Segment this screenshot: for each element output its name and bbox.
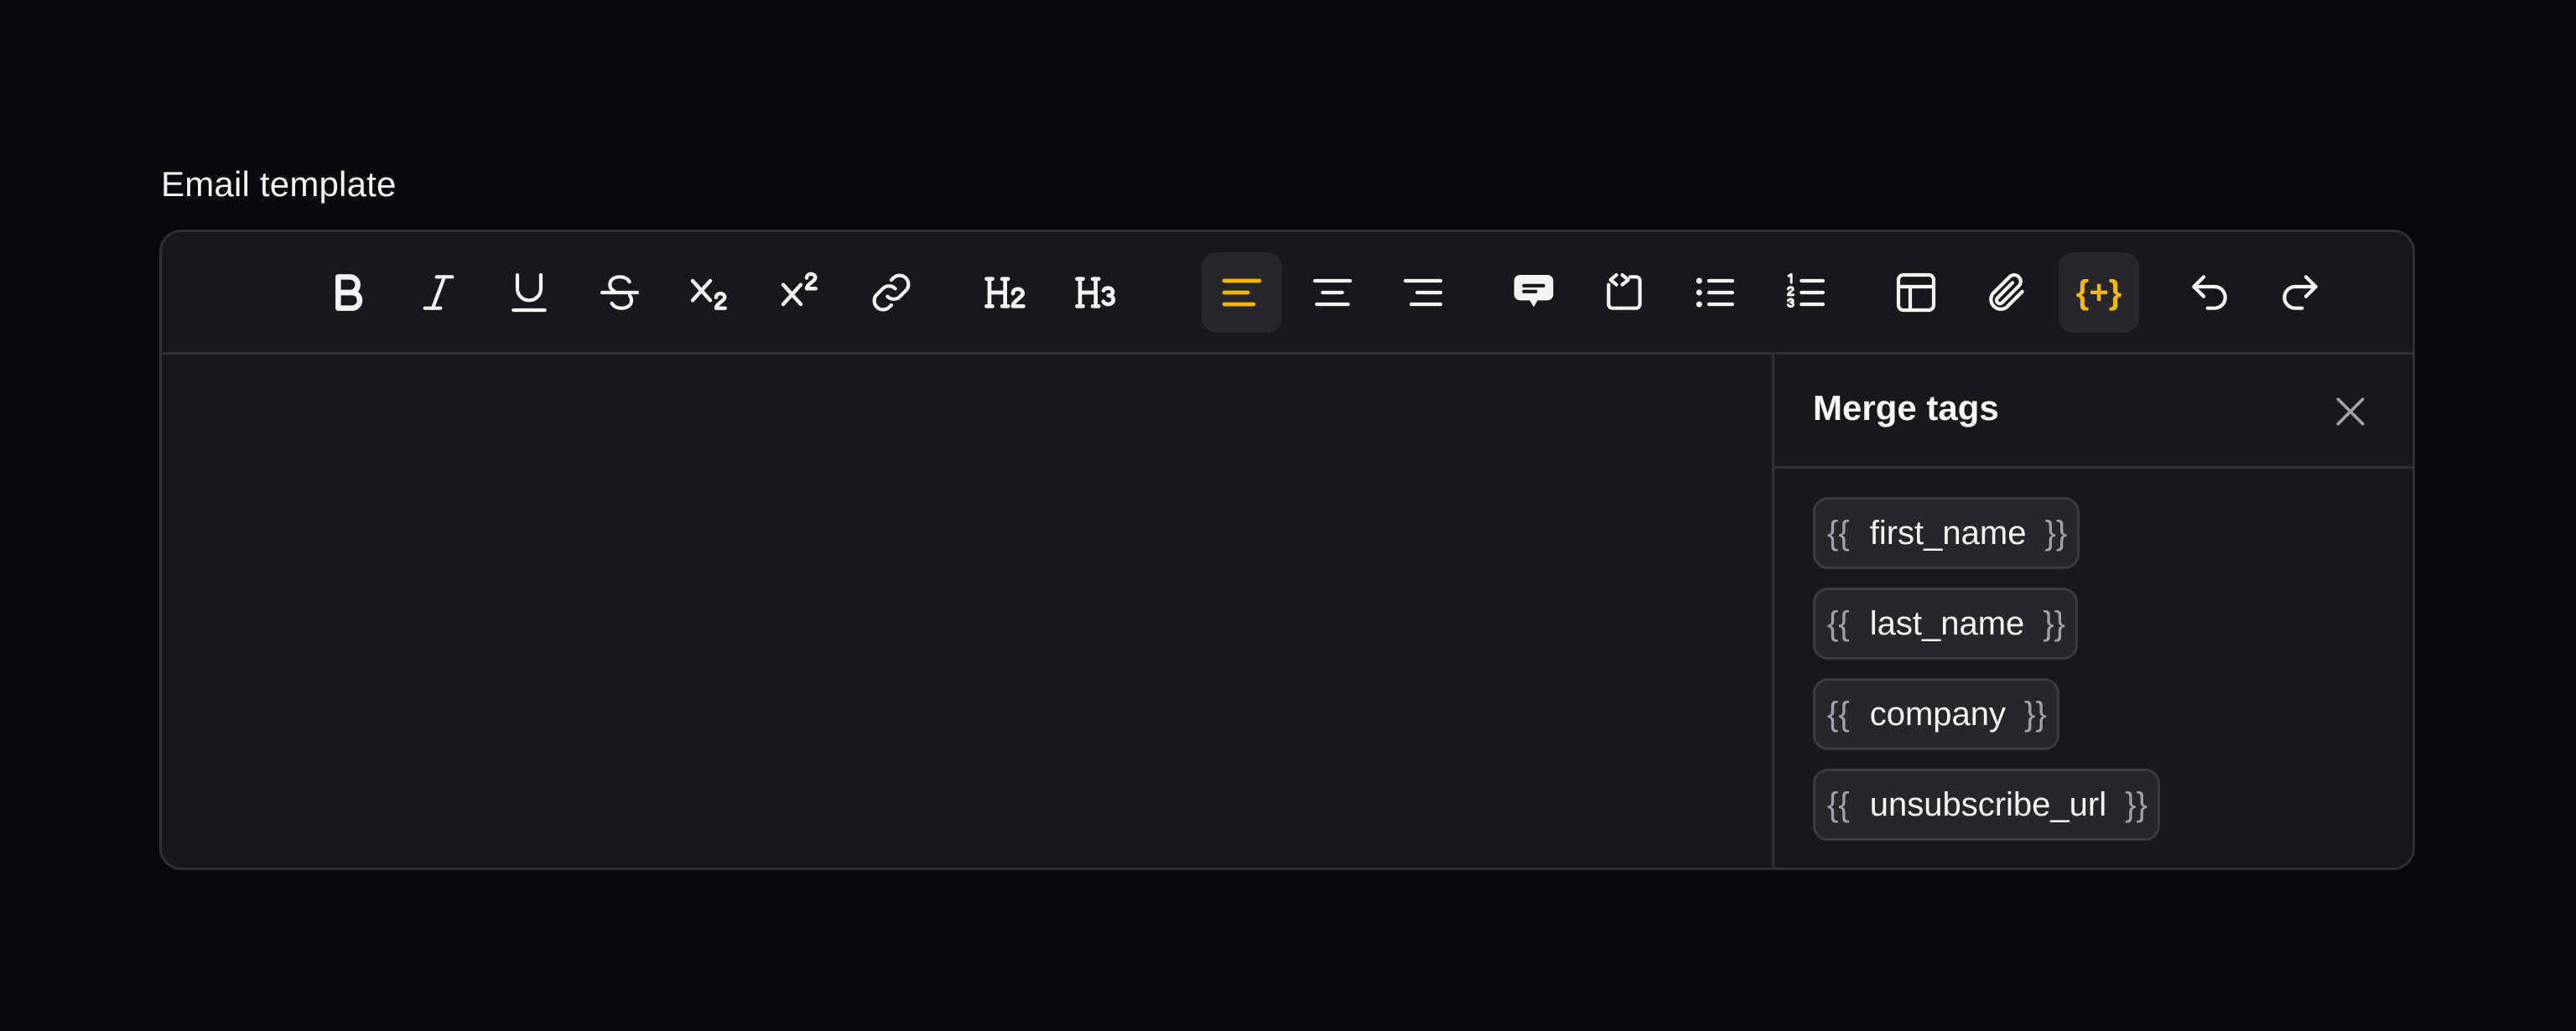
- merge-tags-icon: {+}: [2075, 274, 2122, 311]
- heading-2-button[interactable]: [967, 252, 1047, 333]
- table-button[interactable]: [1876, 252, 1956, 333]
- superscript-icon: [781, 272, 818, 307]
- link-icon: [872, 273, 911, 312]
- undo-icon: [2192, 275, 2227, 310]
- underline-icon: [512, 272, 547, 313]
- panel-title: Merge tags: [1813, 388, 1999, 427]
- toolbar: {+}: [162, 232, 2412, 355]
- merge-tags-panel: Merge tags {{ first_name }} {{ last_name…: [1772, 355, 2412, 868]
- tag-open-brace: {{: [1827, 695, 1850, 733]
- comment-button[interactable]: [1493, 252, 1574, 333]
- strikethrough-button[interactable]: [579, 252, 660, 333]
- panel-header: Merge tags: [1774, 355, 2412, 469]
- merge-tag-unsubscribe-url[interactable]: {{ unsubscribe_url }}: [1813, 769, 2160, 841]
- subscript-button[interactable]: [670, 252, 750, 333]
- numbered-list-icon: [1786, 272, 1826, 308]
- align-left-icon: [1222, 278, 1262, 307]
- link-button[interactable]: [851, 252, 932, 333]
- tag-open-brace: {{: [1827, 514, 1850, 552]
- italic-icon: [423, 275, 454, 310]
- editor-content-area[interactable]: [162, 355, 1772, 868]
- undo-button[interactable]: [2169, 252, 2250, 333]
- tag-close-brace: }}: [2043, 604, 2065, 642]
- attachment-button[interactable]: [1966, 252, 2047, 333]
- merge-tag-last-name[interactable]: {{ last_name }}: [1813, 588, 2078, 660]
- embed-icon: [1607, 272, 1642, 310]
- align-center-button[interactable]: [1292, 252, 1373, 333]
- heading-2-icon: [984, 277, 1026, 308]
- heading-3-icon: [1075, 277, 1115, 308]
- tag-close-brace: }}: [2024, 695, 2047, 733]
- tag-close-brace: }}: [2125, 785, 2148, 823]
- close-icon: [2336, 397, 2365, 426]
- italic-button[interactable]: [398, 252, 479, 333]
- align-right-button[interactable]: [1383, 252, 1463, 333]
- tag-name: last_name: [1869, 604, 2025, 642]
- tag-name: unsubscribe_url: [1869, 785, 2107, 823]
- bullet-list-button[interactable]: [1675, 252, 1755, 333]
- tag-name: company: [1869, 695, 2007, 733]
- bold-button[interactable]: [308, 252, 388, 333]
- paperclip-icon: [1989, 272, 2024, 311]
- heading-3-button[interactable]: [1057, 252, 1138, 333]
- redo-button[interactable]: [2260, 252, 2340, 333]
- underline-button[interactable]: [489, 252, 569, 333]
- align-left-button[interactable]: [1202, 252, 1282, 333]
- merge-tag-first-name[interactable]: {{ first_name }}: [1813, 497, 2080, 569]
- rich-text-editor: {+} Merge tags {{ first_name}} {{last_…: [159, 230, 2415, 870]
- tag-close-brace: }}: [2044, 514, 2068, 552]
- bold-icon: [335, 274, 363, 311]
- tag-open-brace: {{: [1827, 785, 1850, 823]
- merge-tag-company[interactable]: {{ company }}: [1813, 678, 2059, 750]
- redo-icon: [2283, 275, 2318, 310]
- bullet-list-icon: [1696, 277, 1735, 308]
- tag-name: first_name: [1869, 514, 2027, 552]
- comment-icon: [1514, 275, 1554, 308]
- close-panel-button[interactable]: [2329, 390, 2372, 433]
- numbered-list-button[interactable]: [1765, 252, 1846, 333]
- merge-tags-button[interactable]: {+}: [2059, 252, 2139, 333]
- embed-button[interactable]: [1584, 252, 1665, 333]
- align-center-icon: [1312, 278, 1353, 307]
- subscript-icon: [690, 278, 727, 310]
- strikethrough-icon: [600, 275, 640, 310]
- align-right-icon: [1403, 278, 1443, 307]
- tag-open-brace: {{: [1827, 604, 1850, 642]
- field-label: Email template: [161, 164, 397, 204]
- table-icon: [1896, 272, 1936, 313]
- superscript-button[interactable]: [761, 252, 841, 333]
